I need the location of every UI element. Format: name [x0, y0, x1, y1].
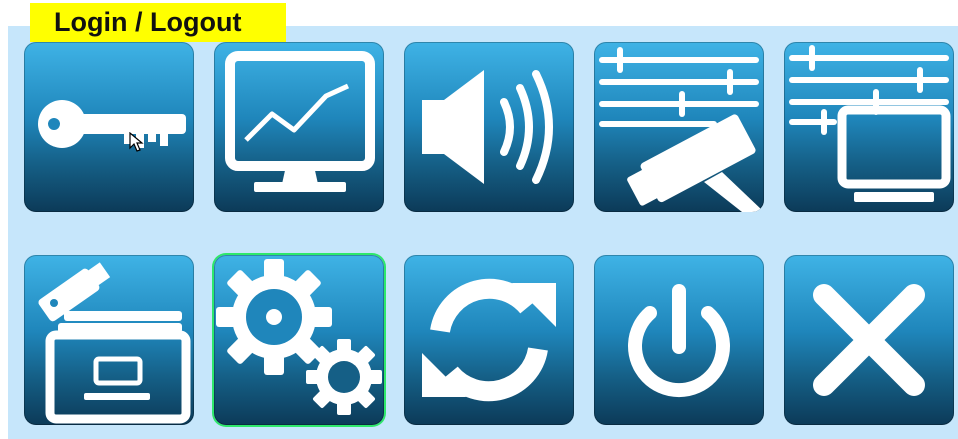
audio-button[interactable] [404, 42, 574, 212]
camera-settings-icon [599, 47, 764, 212]
monitor-chart-icon [225, 51, 375, 192]
login-logout-button[interactable] [24, 42, 194, 212]
gears-icon [216, 259, 382, 415]
display-settings-button[interactable] [784, 42, 954, 212]
refresh-button[interactable] [404, 255, 574, 425]
monitor-button[interactable] [214, 42, 384, 212]
menu-title: Login / Logout [30, 3, 286, 42]
usb-backup-button[interactable] [24, 255, 194, 425]
mouse-pointer-icon [129, 132, 144, 152]
close-icon [813, 284, 925, 396]
power-icon [628, 284, 730, 398]
close-button[interactable] [784, 255, 954, 425]
usb-backup-icon [38, 262, 191, 424]
display-settings-icon [789, 45, 951, 202]
key-icon [38, 100, 186, 148]
refresh-icon [422, 278, 556, 402]
settings-button[interactable] [214, 255, 384, 425]
power-button[interactable] [594, 255, 764, 425]
speaker-icon [422, 70, 553, 184]
camera-settings-button[interactable] [594, 42, 764, 212]
